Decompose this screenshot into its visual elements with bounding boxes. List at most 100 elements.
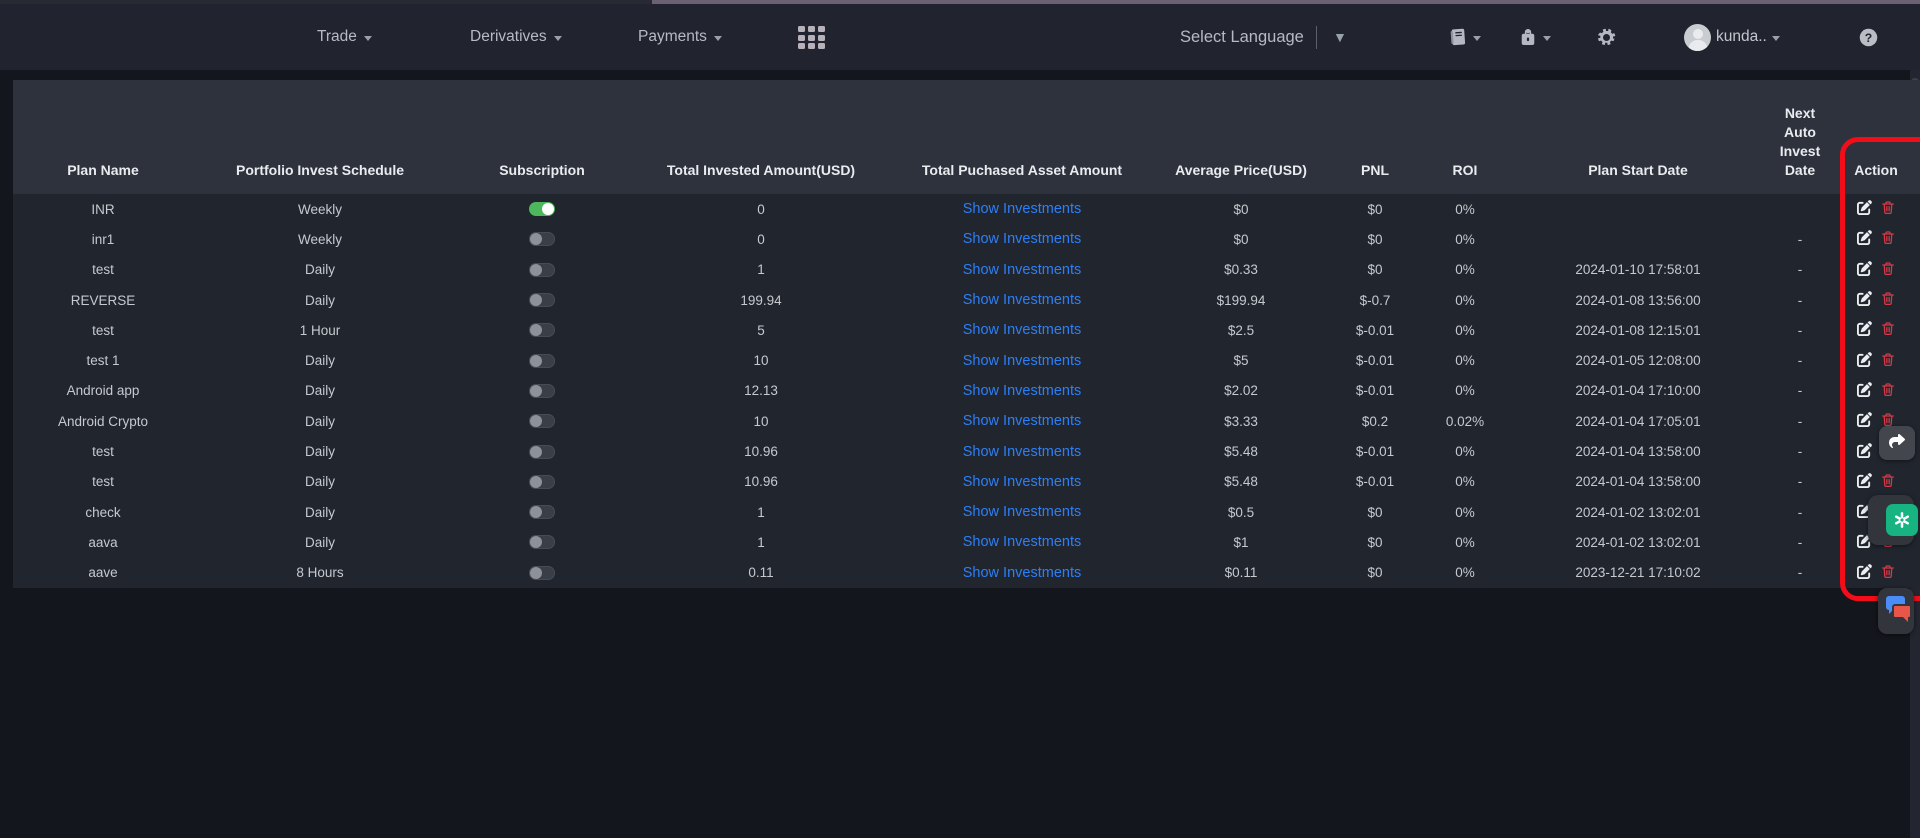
edit-icon[interactable] xyxy=(1857,200,1872,215)
start-date-cell: 2024-01-08 12:15:01 xyxy=(1503,315,1773,345)
wallet-menu[interactable] xyxy=(1518,4,1551,70)
start-date-cell: 2024-01-08 13:56:00 xyxy=(1503,285,1773,315)
total-invested-cell: 10.96 xyxy=(637,436,885,466)
subscription-toggle[interactable] xyxy=(529,384,555,398)
col-total-invested-amount: Total Invested Amount(USD) xyxy=(637,80,885,194)
show-investments-link[interactable]: Show Investments xyxy=(963,534,1081,550)
total-invested-cell: 10.96 xyxy=(637,467,885,497)
show-investments-link[interactable]: Show Investments xyxy=(963,504,1081,520)
subscription-toggle[interactable] xyxy=(529,354,555,368)
edit-icon[interactable] xyxy=(1857,352,1872,367)
col-pnl: PNL xyxy=(1323,80,1427,194)
subscription-cell xyxy=(447,436,637,466)
trash-icon[interactable] xyxy=(1881,352,1895,367)
trash-icon[interactable] xyxy=(1881,291,1895,306)
subscription-toggle[interactable] xyxy=(529,323,555,337)
help-button[interactable]: ? xyxy=(1858,4,1879,70)
start-date-cell: 2024-01-10 17:58:01 xyxy=(1503,255,1773,285)
subscription-toggle[interactable] xyxy=(529,535,555,549)
show-investments-link[interactable]: Show Investments xyxy=(963,353,1081,369)
chatgpt-extension-button[interactable] xyxy=(1868,495,1914,545)
show-investments-link[interactable]: Show Investments xyxy=(963,292,1081,308)
edit-icon[interactable] xyxy=(1857,564,1872,579)
plan-name-cell: Android app xyxy=(13,376,193,406)
schedule-cell: Daily xyxy=(193,497,447,527)
total-invested-cell: 5 xyxy=(637,315,885,345)
subscription-toggle[interactable] xyxy=(529,475,555,489)
wallet-icon xyxy=(1518,27,1538,48)
subscription-toggle[interactable] xyxy=(529,293,555,307)
next-auto-invest-cell: - xyxy=(1773,315,1827,345)
start-date-cell: 2024-01-04 17:10:00 xyxy=(1503,376,1773,406)
chevron-down-icon xyxy=(1772,36,1780,41)
purchased-asset-cell: Show Investments xyxy=(885,527,1159,557)
show-investments-link[interactable]: Show Investments xyxy=(963,262,1081,278)
edit-icon[interactable] xyxy=(1857,230,1872,245)
table-row: testDaily10.96Show Investments$5.48$-0.0… xyxy=(13,467,1920,497)
chat-extension-button[interactable] xyxy=(1878,588,1914,634)
purchased-asset-cell: Show Investments xyxy=(885,436,1159,466)
action-cell xyxy=(1827,224,1920,254)
share-extension-button[interactable] xyxy=(1879,426,1915,460)
col-action: Action xyxy=(1827,80,1920,194)
language-dropdown-arrow-icon[interactable]: ▼ xyxy=(1333,29,1347,45)
purchased-asset-cell: Show Investments xyxy=(885,255,1159,285)
nav-menu-derivatives[interactable]: Derivatives xyxy=(470,4,562,70)
subscription-cell xyxy=(447,467,637,497)
pnl-cell: $0 xyxy=(1323,255,1427,285)
trash-icon[interactable] xyxy=(1881,564,1895,579)
purchased-asset-cell: Show Investments xyxy=(885,406,1159,436)
language-selector[interactable]: Select Language xyxy=(1180,4,1304,70)
plan-name-cell: REVERSE xyxy=(13,285,193,315)
subscription-toggle[interactable] xyxy=(529,263,555,277)
trash-icon[interactable] xyxy=(1881,200,1895,215)
show-investments-link[interactable]: Show Investments xyxy=(963,444,1081,460)
orders-book-menu[interactable] xyxy=(1448,4,1481,70)
subscription-cell xyxy=(447,376,637,406)
next-auto-invest-cell: - xyxy=(1773,497,1827,527)
show-investments-link[interactable]: Show Investments xyxy=(963,565,1081,581)
roi-cell: 0% xyxy=(1427,527,1503,557)
roi-cell: 0% xyxy=(1427,467,1503,497)
edit-icon[interactable] xyxy=(1857,473,1872,488)
nav-menu-payments[interactable]: Payments xyxy=(638,4,722,70)
nav-menu-trade[interactable]: Trade xyxy=(317,4,372,70)
trash-icon[interactable] xyxy=(1881,321,1895,336)
subscription-toggle[interactable] xyxy=(529,445,555,459)
table-row: checkDaily1Show Investments$0.5$00%2024-… xyxy=(13,497,1920,527)
subscription-toggle[interactable] xyxy=(529,566,555,580)
show-investments-link[interactable]: Show Investments xyxy=(963,231,1081,247)
subscription-toggle[interactable] xyxy=(529,414,555,428)
purchased-asset-cell: Show Investments xyxy=(885,497,1159,527)
apps-grid-icon[interactable] xyxy=(798,26,825,49)
average-price-cell: $0.33 xyxy=(1159,255,1323,285)
show-investments-link[interactable]: Show Investments xyxy=(963,474,1081,490)
show-investments-link[interactable]: Show Investments xyxy=(963,322,1081,338)
table-row: test1 Hour5Show Investments$2.5$-0.010%2… xyxy=(13,315,1920,345)
trash-icon[interactable] xyxy=(1881,412,1895,427)
top-nav: Trade Derivatives Payments Select Langua… xyxy=(0,4,1920,70)
trash-icon[interactable] xyxy=(1881,473,1895,488)
trash-icon[interactable] xyxy=(1881,382,1895,397)
edit-icon[interactable] xyxy=(1857,443,1872,458)
subscription-toggle[interactable] xyxy=(529,202,555,216)
edit-icon[interactable] xyxy=(1857,412,1872,427)
subscription-toggle[interactable] xyxy=(529,505,555,519)
settings-button[interactable] xyxy=(1596,4,1617,70)
user-menu[interactable]: kunda.. xyxy=(1684,4,1780,70)
show-investments-link[interactable]: Show Investments xyxy=(963,383,1081,399)
edit-icon[interactable] xyxy=(1857,291,1872,306)
purchased-asset-cell: Show Investments xyxy=(885,315,1159,345)
show-investments-link[interactable]: Show Investments xyxy=(963,413,1081,429)
trash-icon[interactable] xyxy=(1881,230,1895,245)
pnl-cell: $-0.01 xyxy=(1323,436,1427,466)
subscription-toggle[interactable] xyxy=(529,232,555,246)
edit-icon[interactable] xyxy=(1857,321,1872,336)
action-cell xyxy=(1827,558,1920,588)
show-investments-link[interactable]: Show Investments xyxy=(963,201,1081,217)
start-date-cell xyxy=(1503,194,1773,224)
trash-icon[interactable] xyxy=(1881,261,1895,276)
next-auto-invest-cell: - xyxy=(1773,345,1827,375)
edit-icon[interactable] xyxy=(1857,261,1872,276)
edit-icon[interactable] xyxy=(1857,382,1872,397)
